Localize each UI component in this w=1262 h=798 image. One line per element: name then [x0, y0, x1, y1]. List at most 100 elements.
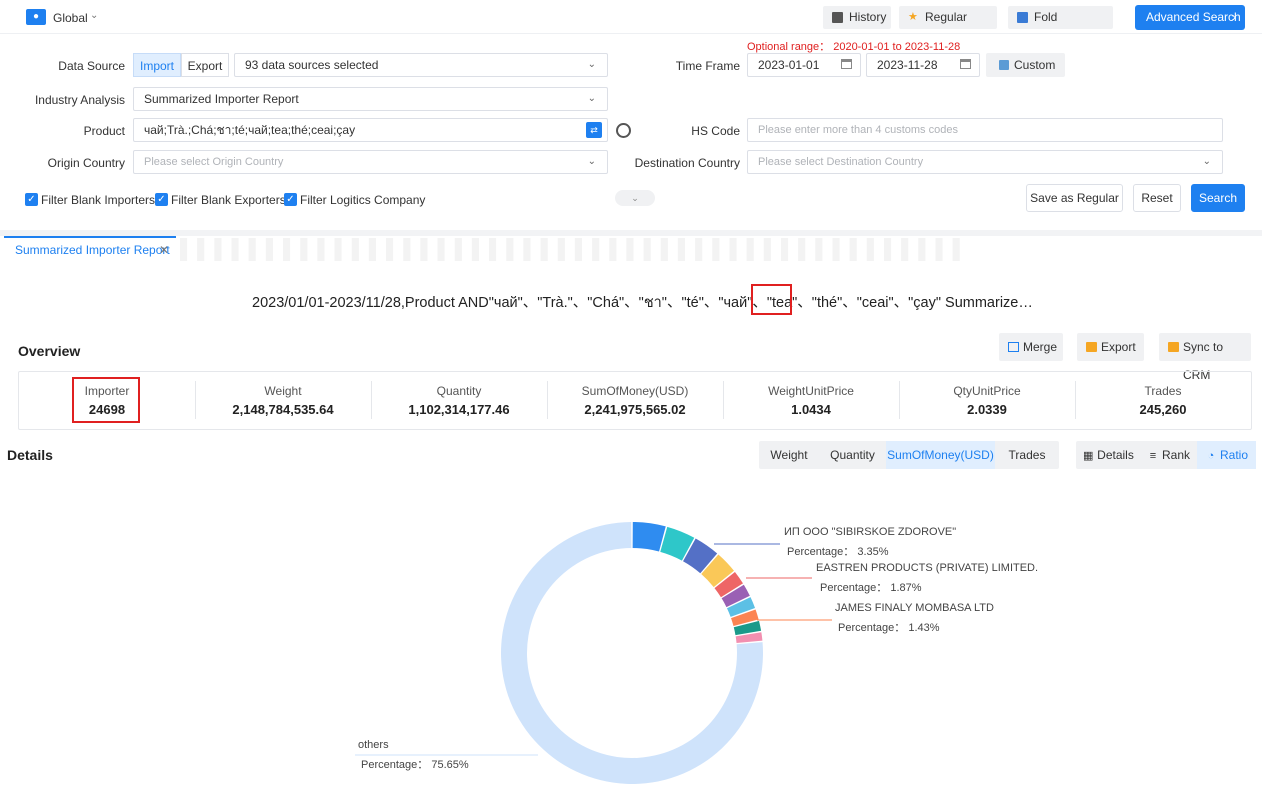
slice-label-name: EASTREN PRODUCTS (PRIVATE) LIMITED.: [816, 562, 1038, 574]
search-hint-icon[interactable]: [616, 123, 631, 138]
overview-title: Overview: [18, 343, 81, 359]
hs-code-label: HS Code: [691, 124, 740, 138]
reset-button[interactable]: Reset: [1133, 184, 1181, 212]
pct-value: 75.65%: [431, 759, 469, 771]
importer-highlight-box: [72, 377, 140, 423]
stat-label: Weight: [264, 384, 302, 398]
hs-code-input[interactable]: Please enter more than 4 customs codes: [747, 118, 1223, 142]
destination-country-select[interactable]: Please select Destination Country ⌄: [747, 150, 1223, 174]
slice-label-name: JAMES FINALY MOMBASA LTD: [835, 602, 994, 614]
pct-prefix: Percentage：: [361, 759, 428, 771]
history-button[interactable]: History: [823, 6, 891, 29]
stat-value: 2,148,784,535.64: [232, 402, 334, 417]
custom-range-button[interactable]: Custom: [986, 53, 1065, 77]
tab-quantity[interactable]: Quantity: [819, 441, 886, 469]
date-to-input[interactable]: 2023-11-28: [866, 53, 980, 77]
tab-details[interactable]: ▦ Details: [1076, 441, 1140, 469]
close-icon[interactable]: ✕: [159, 238, 169, 262]
chevron-down-icon: ⌄: [587, 156, 596, 167]
optional-range-note: Optional range： 2020-01-01 to 2023-11-28: [747, 41, 961, 53]
tab-ratio-label: Ratio: [1219, 448, 1248, 462]
watermark: ▌▌▌▌▌▌▌▌▌▌▌▌▌▌▌▌▌▌▌▌▌▌▌▌▌▌▌▌▌▌▌▌▌▌▌▌▌▌▌▌…: [180, 238, 970, 260]
highlight-box: [751, 284, 792, 315]
stat-trades: Trades 245,260: [1075, 372, 1251, 429]
chevron-down-icon[interactable]: ⌄: [90, 10, 98, 21]
stat-label: WeightUnitPrice: [768, 384, 854, 398]
pct-prefix: Percentage：: [820, 582, 887, 594]
merge-label: Merge: [1023, 340, 1058, 354]
slice-label-pct: Percentage： 1.43%: [838, 622, 940, 634]
slice-label-name: ИП ООО "SIBIRSKOE ZDOROVE": [784, 526, 956, 538]
sync-icon: [1168, 342, 1179, 352]
tab-rank-label: Rank: [1161, 448, 1190, 462]
stat-label: Quantity: [436, 384, 482, 398]
export-toggle[interactable]: Export: [181, 53, 229, 77]
rank-icon: ≡: [1149, 450, 1157, 462]
data-source-label: Data Source: [58, 59, 125, 73]
custom-label: Custom: [1014, 58, 1056, 72]
export-icon: [1086, 342, 1097, 352]
tab-ratio[interactable]: ◔ Ratio: [1197, 441, 1256, 469]
industry-value: Summarized Importer Report: [144, 92, 299, 106]
stat-weight-unit-price: WeightUnitPrice 1.0434: [723, 372, 899, 429]
date-from-value: 2023-01-01: [758, 58, 820, 72]
filter-blank-importers-checkbox[interactable]: ✓: [25, 193, 38, 206]
date-from-input[interactable]: 2023-01-01: [747, 53, 861, 77]
pct-prefix: Percentage：: [838, 622, 905, 634]
advanced-search-label: Advanced Search: [1146, 10, 1241, 24]
stat-value: 1.0434: [791, 402, 831, 417]
expand-filters-toggle[interactable]: ⌄: [615, 190, 655, 206]
fold-conditions-button[interactable]: Fold Conditions: [1008, 6, 1113, 47]
stat-quantity: Quantity 1,102,314,177.46: [371, 372, 547, 429]
import-toggle[interactable]: Import: [133, 53, 181, 77]
industry-select[interactable]: Summarized Importer Report ⌄: [133, 87, 608, 111]
donut-icon: ◔: [1207, 450, 1215, 462]
chevron-down-icon: ⌄: [587, 93, 596, 104]
filter-logistics-label[interactable]: Filter Logitics Company: [300, 193, 425, 207]
tab-weight[interactable]: Weight: [759, 441, 819, 469]
filter-logistics-checkbox[interactable]: ✓: [284, 193, 297, 206]
tab-trades[interactable]: Trades: [995, 441, 1059, 469]
export-button[interactable]: Export: [1077, 333, 1144, 361]
fold-icon: [1017, 12, 1028, 23]
stat-value: 2.0339: [967, 402, 1007, 417]
time-frame-label: Time Frame: [675, 59, 740, 73]
calendar-icon: [841, 59, 852, 69]
destination-country-label: Destination Country: [634, 156, 740, 170]
save-regular-button[interactable]: Save as Regular: [1026, 184, 1123, 212]
filter-blank-exporters-label[interactable]: Filter Blank Exporters: [171, 193, 286, 207]
stat-weight: Weight 2,148,784,535.64: [195, 372, 371, 429]
chevron-right-icon: ›: [1232, 10, 1236, 24]
slice-label-pct: Percentage： 3.35%: [787, 546, 889, 558]
merge-button[interactable]: Merge: [999, 333, 1063, 361]
donut-slices: [500, 522, 763, 784]
star-icon: ★: [908, 11, 918, 23]
details-title: Details: [7, 447, 53, 463]
stat-label: QtyUnitPrice: [953, 384, 1021, 398]
search-button[interactable]: Search: [1191, 184, 1245, 212]
export-label: Export: [1101, 340, 1136, 354]
regular-cond-button[interactable]: ★ Regular Cond.: [899, 6, 997, 47]
origin-country-select[interactable]: Please select Origin Country ⌄: [133, 150, 608, 174]
tab-label: Summarized Importer Report: [15, 243, 170, 257]
donut-slice[interactable]: [632, 522, 666, 552]
tab-sum-of-money[interactable]: SumOfMoney(USD): [886, 441, 995, 469]
advanced-search-button[interactable]: Advanced Search ›: [1135, 5, 1245, 30]
filter-blank-importers-label[interactable]: Filter Blank Importers: [41, 193, 155, 207]
stat-value: 2,241,975,565.02: [584, 402, 686, 417]
translate-icon[interactable]: ⇄: [586, 122, 602, 138]
destination-country-placeholder: Please select Destination Country: [758, 156, 924, 168]
query-title: 2023/01/01-2023/11/28,Product AND"чай"、"…: [252, 295, 1033, 311]
tab-summarized-importer-report[interactable]: Summarized Importer Report ✕: [4, 236, 176, 262]
tab-rank[interactable]: ≡ Rank: [1140, 441, 1197, 469]
data-sources-value: 93 data sources selected: [245, 58, 379, 72]
product-value: чай;Trà.;Chá;ชา;té;чай;tea;thé;ceai;çay: [144, 123, 356, 137]
region-selector[interactable]: Global: [53, 11, 88, 25]
data-sources-select[interactable]: 93 data sources selected ⌄: [234, 53, 608, 77]
filter-blank-exporters-checkbox[interactable]: ✓: [155, 193, 168, 206]
sync-crm-button[interactable]: Sync to CRM: [1159, 333, 1251, 382]
stat-value: 1,102,314,177.46: [408, 402, 510, 417]
stat-label: Trades: [1144, 384, 1182, 398]
globe-icon[interactable]: ●: [26, 9, 46, 25]
product-input[interactable]: чай;Trà.;Chá;ชา;té;чай;tea;thé;ceai;çay …: [133, 118, 608, 142]
